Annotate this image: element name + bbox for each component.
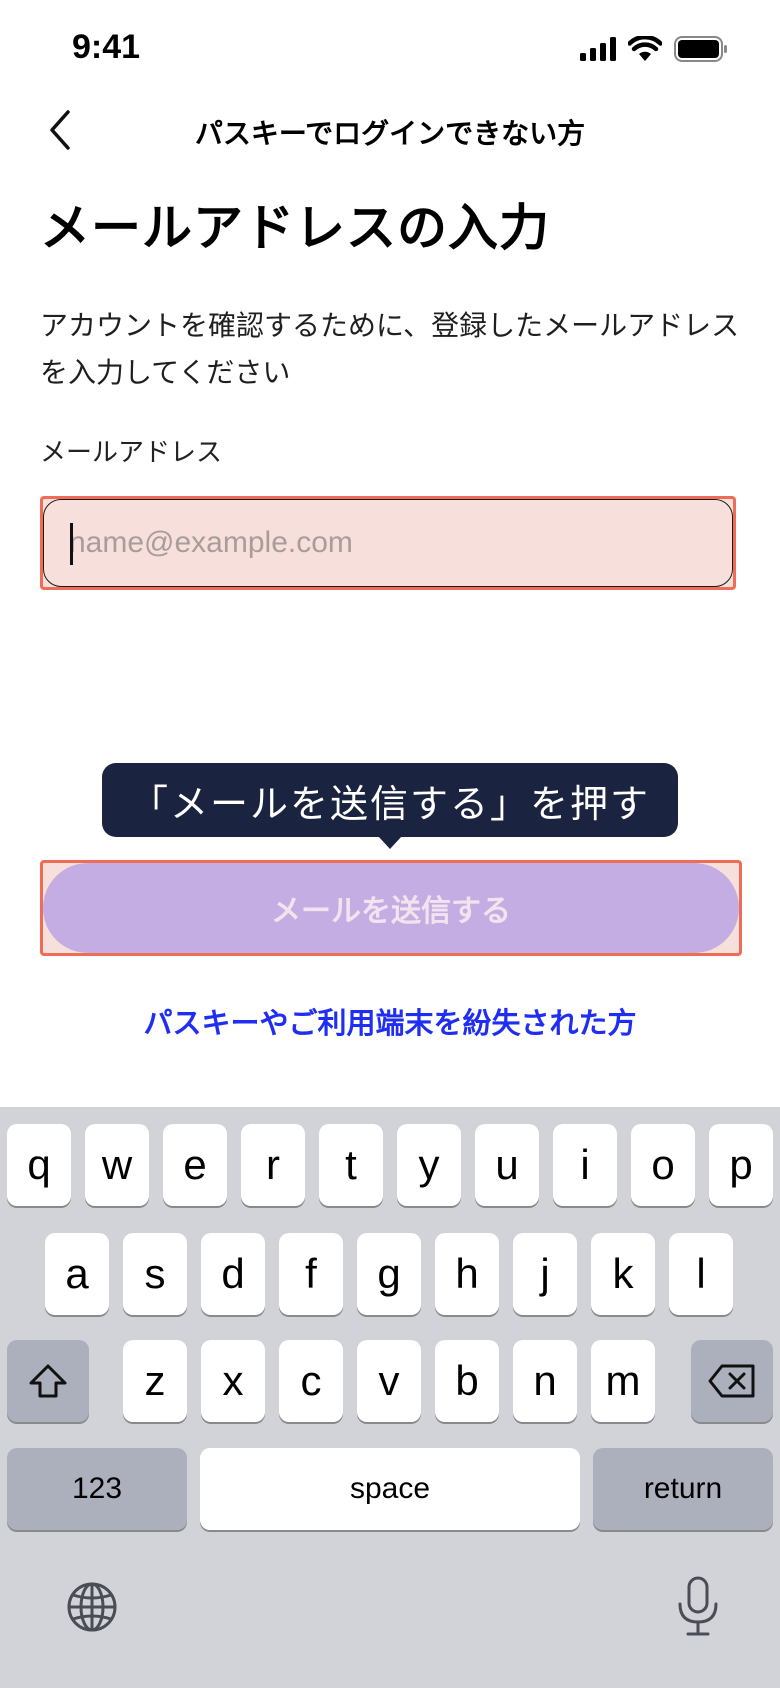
nav-title: パスキーでログインできない方 bbox=[194, 117, 586, 150]
key-f[interactable]: f bbox=[279, 1233, 343, 1315]
cellular-signal-icon bbox=[580, 37, 616, 61]
delete-backspace-icon bbox=[708, 1364, 755, 1398]
shift-icon bbox=[29, 1364, 67, 1398]
instruction-tooltip: 「メールを送信する」を押す bbox=[102, 763, 678, 837]
key-m[interactable]: m bbox=[591, 1340, 655, 1422]
key-s[interactable]: s bbox=[123, 1233, 187, 1315]
globe-icon bbox=[67, 1582, 117, 1632]
nav-bar: パスキーでログインできない方 bbox=[0, 100, 780, 160]
key-p[interactable]: p bbox=[709, 1124, 773, 1206]
key-z[interactable]: z bbox=[123, 1340, 187, 1422]
key-j[interactable]: j bbox=[513, 1233, 577, 1315]
key-i[interactable]: i bbox=[553, 1124, 617, 1206]
text-cursor bbox=[70, 523, 73, 565]
return-key[interactable]: return bbox=[593, 1448, 773, 1530]
space-key[interactable]: space bbox=[200, 1448, 580, 1530]
key-k[interactable]: k bbox=[591, 1233, 655, 1315]
email-input[interactable] bbox=[69, 499, 709, 587]
key-t[interactable]: t bbox=[319, 1124, 383, 1206]
send-email-button[interactable]: メールを送信する bbox=[43, 863, 739, 953]
key-b[interactable]: b bbox=[435, 1340, 499, 1422]
key-e[interactable]: e bbox=[163, 1124, 227, 1206]
battery-icon bbox=[674, 36, 727, 62]
key-c[interactable]: c bbox=[279, 1340, 343, 1422]
page-title: メールアドレスの入力 bbox=[40, 199, 550, 257]
key-d[interactable]: d bbox=[201, 1233, 265, 1315]
key-q[interactable]: q bbox=[7, 1124, 71, 1206]
key-h[interactable]: h bbox=[435, 1233, 499, 1315]
shift-key[interactable] bbox=[7, 1340, 89, 1422]
send-button-highlight: メールを送信する bbox=[40, 860, 742, 956]
key-r[interactable]: r bbox=[241, 1124, 305, 1206]
status-icons bbox=[580, 36, 728, 62]
key-o[interactable]: o bbox=[631, 1124, 695, 1206]
numbers-key[interactable]: 123 bbox=[7, 1448, 187, 1530]
delete-key[interactable] bbox=[691, 1340, 773, 1422]
dictation-button[interactable] bbox=[668, 1575, 728, 1639]
status-time: 9:41 bbox=[72, 28, 141, 66]
page-description: アカウントを確認するために、登録したメールアドレスを入力してください bbox=[40, 309, 740, 389]
key-g[interactable]: g bbox=[357, 1233, 421, 1315]
lost-passkey-link[interactable]: パスキーやご利用端末を紛失された方 bbox=[0, 1000, 780, 1042]
key-v[interactable]: v bbox=[357, 1340, 421, 1422]
email-field-highlight bbox=[40, 496, 736, 590]
key-n[interactable]: n bbox=[513, 1340, 577, 1422]
key-a[interactable]: a bbox=[45, 1233, 109, 1315]
key-x[interactable]: x bbox=[201, 1340, 265, 1422]
microphone-icon bbox=[678, 1576, 718, 1636]
status-bar: 9:41 bbox=[0, 0, 780, 100]
wifi-icon bbox=[628, 36, 662, 61]
key-l[interactable]: l bbox=[669, 1233, 733, 1315]
key-y[interactable]: y bbox=[397, 1124, 461, 1206]
globe-button[interactable] bbox=[62, 1577, 122, 1637]
tooltip-arrow bbox=[378, 836, 402, 849]
email-field-label: メールアドレス bbox=[40, 438, 223, 468]
keyboard: q w e r t y u i o p a s d f g h j k l z … bbox=[0, 1107, 780, 1688]
key-u[interactable]: u bbox=[475, 1124, 539, 1206]
key-w[interactable]: w bbox=[85, 1124, 149, 1206]
